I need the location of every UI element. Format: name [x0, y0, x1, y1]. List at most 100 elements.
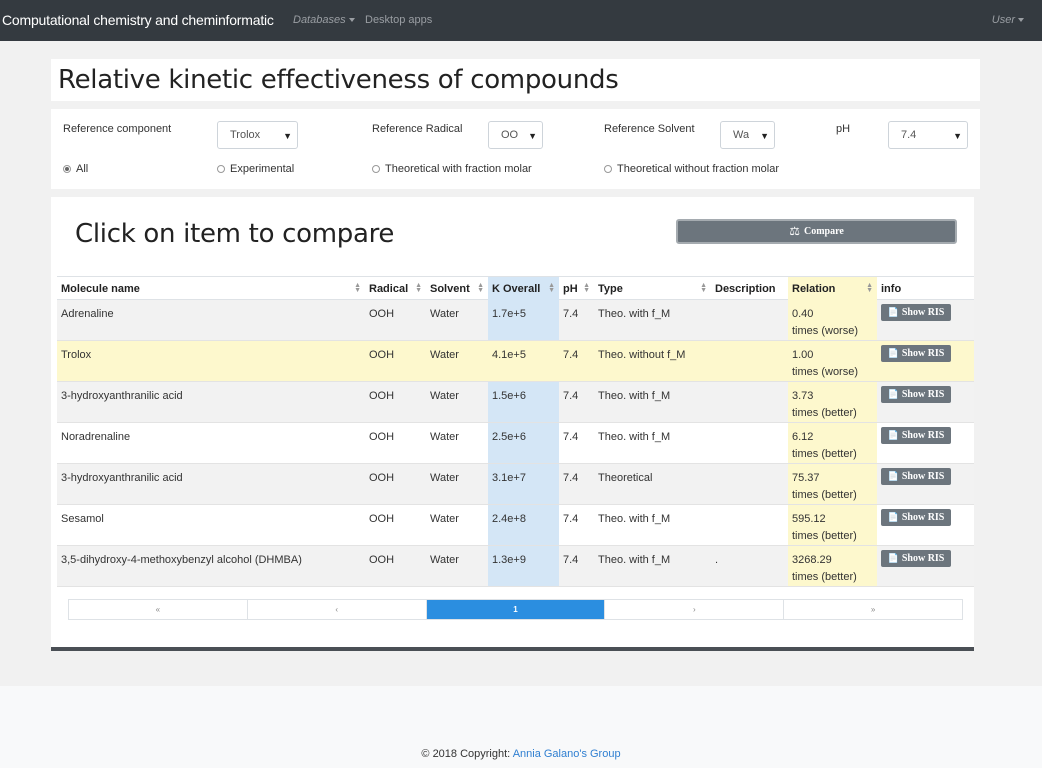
user-menu[interactable]: User	[992, 14, 1024, 26]
relation-value: 0.40	[792, 308, 814, 320]
col-label: Type	[598, 283, 623, 295]
page-prev[interactable]: ‹	[248, 600, 427, 619]
radio-dot[interactable]	[217, 165, 225, 173]
cell-info: 📄 Show RIS	[877, 341, 974, 381]
cell-relation: 0.40 times (worse)	[788, 300, 877, 340]
cell-molecule-name: 3,5-dihydroxy-4-methoxybenzyl alcohol (D…	[61, 554, 302, 566]
show-ris-button[interactable]: 📄 Show RIS	[881, 427, 951, 444]
table-header: Molecule name ▲ ▼ Radical ▲ ▼ Solvent ▲ ▼ K Ov…	[57, 276, 974, 300]
cell-relation: 6.12 times (better)	[788, 423, 877, 463]
cell-relation: 75.37 times (better)	[788, 464, 877, 504]
sort-icon: ▲ ▼	[415, 282, 422, 294]
col-label: K Overall	[492, 283, 541, 295]
cell-description	[711, 505, 788, 545]
filter-panel: Reference component Trolox ▼ Reference R…	[51, 109, 980, 189]
show-ris-button[interactable]: 📄 Show RIS	[881, 386, 951, 403]
databases-menu[interactable]: Databases	[293, 14, 355, 26]
col-info: info	[877, 277, 974, 300]
cell-description	[711, 464, 788, 504]
show-ris-button[interactable]: 📄 Show RIS	[881, 509, 951, 526]
cell-type: Theo. with f_M	[598, 390, 671, 402]
cell-description	[711, 341, 788, 381]
show-ris-button[interactable]: 📄 Show RIS	[881, 550, 951, 567]
col-k-overall[interactable]: K Overall ▲ ▼	[488, 277, 559, 300]
cell-solvent: Water	[430, 349, 459, 361]
table-row[interactable]: Noradrenaline OOH Water 2.5e+6 7.4 Theo. with…	[57, 423, 974, 464]
cell-molecule-name: Adrenaline	[61, 308, 114, 320]
table-row[interactable]: Sesamol OOH Water 2.4e+8 7.4 Theo. with f_M 59…	[57, 505, 974, 546]
ref-radical-value: OOH	[501, 129, 519, 141]
page-current[interactable]: 1	[426, 600, 606, 619]
table-row[interactable]: 3-hydroxyanthranilic acid OOH Water 1.5e+6 7…	[57, 382, 974, 423]
show-ris-label: Show RIS	[901, 389, 945, 400]
cell-description	[711, 423, 788, 463]
col-type[interactable]: Type ▲ ▼	[594, 277, 711, 300]
cell-info: 📄 Show RIS	[877, 382, 974, 422]
col-description[interactable]: Description	[711, 277, 788, 300]
brand-link[interactable]: Computational chemistry and cheminformat…	[2, 12, 274, 28]
cell-relation: 595.12 times (better)	[788, 505, 877, 545]
cell-relation: 3.73 times (better)	[788, 382, 877, 422]
cell-description: .	[715, 554, 719, 566]
file-icon: 📄	[887, 307, 899, 317]
cell-molecule-name: Trolox	[61, 349, 92, 361]
radio-dot[interactable]	[63, 165, 71, 173]
show-ris-label: Show RIS	[901, 348, 945, 359]
col-relation[interactable]: Relation ▲ ▼	[788, 277, 877, 300]
radio-experimental[interactable]: Experimental	[217, 163, 294, 175]
page-last[interactable]: »	[784, 600, 962, 619]
pagination: « ‹ 1 › »	[68, 599, 963, 620]
radio-dot[interactable]	[372, 165, 380, 173]
databases-label: Databases	[293, 14, 346, 26]
radio-all[interactable]: All	[63, 163, 88, 175]
cell-ph: 7.4	[563, 308, 579, 320]
table-row[interactable]: Adrenaline OOH Water 1.7e+5 7.4 Theo. with f_…	[57, 300, 974, 341]
cell-k-overall: 2.5e+6	[488, 423, 559, 463]
col-radical[interactable]: Radical ▲ ▼	[365, 277, 426, 300]
show-ris-button[interactable]: 📄 Show RIS	[881, 468, 951, 485]
ph-label: pH	[836, 123, 851, 135]
ref-radical-select[interactable]: OOH ▼	[488, 121, 543, 149]
table-row[interactable]: 3-hydroxyanthranilic acid OOH Water 3.1e+7 7…	[57, 464, 974, 505]
show-ris-button[interactable]: 📄 Show RIS	[881, 345, 951, 362]
footer-copyright: © 2018 Copyright: Annia Galano's Group	[0, 748, 1042, 760]
group-link[interactable]: Annia Galano's Group	[513, 748, 621, 760]
relation-text: times (better)	[792, 571, 857, 583]
col-molecule-name[interactable]: Molecule name ▲ ▼	[57, 277, 365, 300]
col-solvent[interactable]: Solvent ▲ ▼	[426, 277, 488, 300]
cell-solvent: Water	[430, 513, 459, 525]
chevron-down-icon	[348, 18, 355, 23]
top-navbar: Computational chemistry and cheminformat…	[0, 0, 1042, 41]
page-title: Relative kinetic effectiveness of compou…	[58, 65, 619, 95]
radio-dot[interactable]	[604, 165, 612, 173]
compare-button[interactable]: ⚖ Compare	[676, 219, 957, 244]
col-ph[interactable]: pH ▲ ▼	[559, 277, 594, 300]
cell-k-overall: 4.1e+5	[492, 349, 526, 361]
show-ris-button[interactable]: 📄 Show RIS	[881, 304, 951, 321]
ref-solvent-label: Reference Solvent	[604, 123, 695, 135]
cell-solvent: Water	[430, 390, 459, 402]
compare-label: Compare	[803, 226, 844, 237]
page-first[interactable]: «	[69, 600, 248, 619]
radio-theoretical-without-fm[interactable]: Theoretical without fraction molar	[604, 163, 779, 175]
cell-relation: 1.00 times (worse)	[788, 341, 877, 381]
radio-theoretical-with-fm[interactable]: Theoretical with fraction molar	[372, 163, 532, 175]
cell-molecule-name: Sesamol	[61, 513, 104, 525]
cell-info: 📄 Show RIS	[877, 423, 974, 463]
file-icon: 📄	[887, 471, 899, 481]
cell-info: 📄 Show RIS	[877, 300, 974, 340]
page-next[interactable]: ›	[605, 600, 785, 619]
ref-component-value: Trolox	[230, 129, 261, 141]
relation-value: 595.12	[792, 513, 826, 525]
table-row[interactable]: Trolox OOH Water 4.1e+5 7.4 Theo. without f_M…	[57, 341, 974, 382]
cell-solvent: Water	[430, 308, 459, 320]
col-label: info	[881, 283, 902, 295]
ref-component-select[interactable]: Trolox ▼	[217, 121, 298, 149]
desktop-apps-link[interactable]: Desktop apps	[365, 14, 432, 26]
cell-ph: 7.4	[563, 349, 579, 361]
relation-text: times (worse)	[792, 325, 859, 337]
table-row[interactable]: 3,5-dihydroxy-4-methoxybenzyl alcohol (D…	[57, 546, 974, 587]
cell-k-overall: 1.3e+9	[488, 546, 559, 586]
ph-select[interactable]: 7.4 ▼	[888, 121, 968, 149]
ref-solvent-select[interactable]: Water ▼	[720, 121, 775, 149]
